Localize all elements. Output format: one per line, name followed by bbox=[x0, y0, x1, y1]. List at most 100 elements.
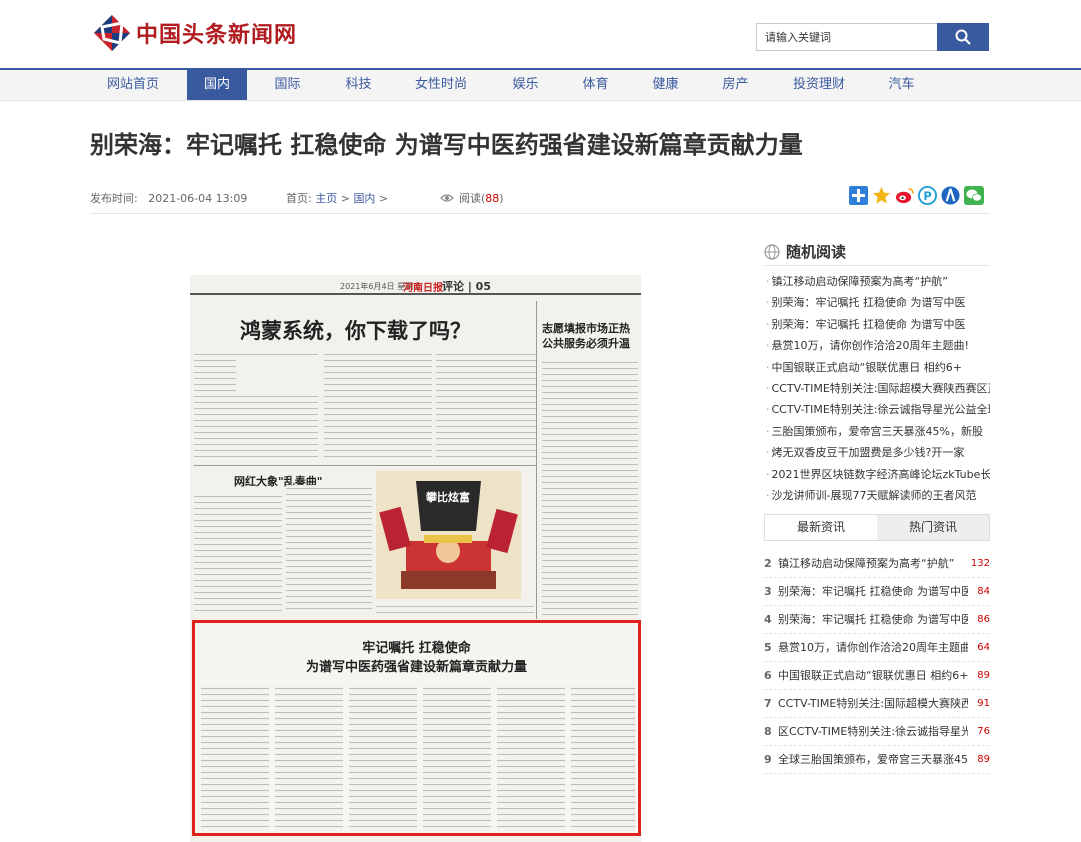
highlight-headline-2: 为谱写中医药强省建设新篇章贡献力量 bbox=[305, 660, 527, 675]
publish-info: 发布时间: 2021-06-04 13:09 bbox=[90, 190, 247, 206]
nav-entertainment[interactable]: 娱乐 bbox=[498, 70, 553, 100]
list-item-text: 三胎国策颁布，爱帝宫三天暴涨45%，新股 bbox=[771, 424, 983, 438]
search-input[interactable] bbox=[756, 23, 938, 51]
tab-latest[interactable]: 最新资讯 bbox=[765, 515, 877, 540]
latest-news-list: 2 镇江移动启动保障预案为高考“护航” 132 3 别荣海：牢记嘱托 扛稳使命 为谱写… bbox=[764, 550, 990, 774]
list-item[interactable]: 8 区CCTV-TIME特别关注:徐云诚指导星光公益 76 bbox=[764, 718, 990, 746]
nav-finance[interactable]: 投资理财 bbox=[781, 70, 857, 100]
text-block bbox=[436, 351, 536, 461]
newspaper-name: 河南日报 bbox=[403, 283, 443, 294]
hit-count: 89 bbox=[977, 754, 990, 765]
favorite-star-icon[interactable] bbox=[871, 185, 892, 206]
list-item[interactable]: 7 CCTV-TIME特别关注:国际超模大赛陕西赛 91 bbox=[764, 690, 990, 718]
list-item[interactable]: 5 悬赏10万，请你创作洽洽20周年主题曲! 64 bbox=[764, 634, 990, 662]
rank-number: 8 bbox=[764, 725, 772, 738]
list-item[interactable]: · 镇江移动启动保障预案为高考“护航” bbox=[766, 271, 990, 292]
share-plus-icon[interactable] bbox=[848, 185, 869, 206]
list-item[interactable]: 9 全球三胎国策颁布，爱帝宫三天暴涨45%，新股 89 bbox=[764, 746, 990, 774]
list-item[interactable]: · 沙龙讲师训-展现77天赋解读师的王者风范 bbox=[766, 485, 990, 506]
newspaper-headline-1: 鸿蒙系统，你下载了吗？ bbox=[240, 318, 471, 343]
search-bar bbox=[756, 23, 989, 51]
newspaper-image: 2021年6月4日 星期五 河南日报 评论 | 05 鸿蒙系统，你下载了吗？ 志… bbox=[190, 275, 641, 842]
rank-number: 9 bbox=[764, 753, 772, 766]
list-item[interactable]: 6 中国银联正式启动“银联优惠日 相约6+ 89 bbox=[764, 662, 990, 690]
site-logo[interactable]: 中国头条新闻网 bbox=[92, 12, 297, 54]
pull-quote bbox=[236, 359, 320, 395]
list-item[interactable]: 4 别荣海：牢记嘱托 扛稳使命 为谱写中医 86 bbox=[764, 606, 990, 634]
list-item[interactable]: · 别荣海：牢记嘱托 扛稳使命 为谱写中医 bbox=[766, 292, 990, 313]
caption-text bbox=[376, 603, 534, 617]
rank-number: 5 bbox=[764, 641, 772, 654]
search-button[interactable] bbox=[937, 23, 989, 51]
list-item[interactable]: · 2021世界区块链数字经济高峰论坛zkTube长沙 bbox=[766, 464, 990, 485]
hit-count: 84 bbox=[977, 586, 990, 597]
article-meta: 发布时间: 2021-06-04 13:09 首页: 主页 > 国内 > 阅读(… bbox=[90, 184, 990, 214]
breadcrumb-category[interactable]: 国内 bbox=[353, 192, 375, 205]
list-item-text: 全球三胎国策颁布，爱帝宫三天暴涨45%，新股 bbox=[778, 753, 968, 766]
list-item-text: 镇江移动启动保障预案为高考“护航” bbox=[778, 557, 955, 570]
list-item-text: 沙龙讲师训-展现77天赋解读师的王者风范 bbox=[771, 488, 977, 502]
rank-number: 7 bbox=[764, 697, 772, 710]
list-item-text: CCTV-TIME特别关注:国际超模大赛陕西赛 bbox=[778, 697, 968, 710]
list-item-text: 烤无双香皮豆干加盟费是多少钱?开一家 bbox=[771, 446, 965, 460]
list-item[interactable]: · 烤无双香皮豆干加盟费是多少钱?开一家 bbox=[766, 442, 990, 463]
breadcrumb-sep: > bbox=[340, 192, 350, 205]
logo-icon bbox=[94, 15, 130, 51]
svg-text:P: P bbox=[923, 189, 931, 203]
hit-count: 89 bbox=[977, 670, 990, 681]
nav-auto[interactable]: 汽车 bbox=[874, 70, 929, 100]
nav-domestic[interactable]: 国内 bbox=[187, 70, 247, 100]
list-item-text: 别荣海：牢记嘱托 扛稳使命 为谱写中医 bbox=[771, 296, 966, 310]
search-icon bbox=[955, 29, 971, 45]
breadcrumb-home[interactable]: 主页 bbox=[315, 192, 337, 205]
views-close: ) bbox=[499, 191, 504, 205]
hit-count: 64 bbox=[977, 642, 990, 653]
newspaper-section: 评论 | 05 bbox=[442, 280, 491, 293]
random-reading-list: · 镇江移动启动保障预案为高考“护航” · 别荣海：牢记嘱托 扛稳使命 为谱写中医 … bbox=[766, 271, 990, 506]
renren-icon[interactable] bbox=[940, 185, 961, 206]
newspaper-headline-3b: 公共服务必须升温 bbox=[542, 337, 630, 350]
nav-home[interactable]: 网站首页 bbox=[92, 70, 174, 100]
bullet: · bbox=[766, 317, 770, 331]
nav-sports[interactable]: 体育 bbox=[568, 70, 623, 100]
publish-label: 发布时间: bbox=[90, 192, 138, 205]
text-block bbox=[201, 685, 269, 831]
list-item[interactable]: · 三胎国策颁布，爱帝宫三天暴涨45%，新股 bbox=[766, 421, 990, 442]
nav-international[interactable]: 国际 bbox=[260, 70, 315, 100]
row-divider bbox=[194, 465, 536, 466]
random-reading-title: 随机阅读 bbox=[786, 243, 847, 261]
weibo-icon[interactable] bbox=[894, 185, 915, 206]
list-item[interactable]: 2 镇江移动启动保障预案为高考“护航” 132 bbox=[764, 550, 990, 578]
list-item[interactable]: · 中国银联正式启动“银联优惠日 相约6+ bbox=[766, 357, 990, 378]
list-item[interactable]: · CCTV-TIME特别关注:国际超模大赛陕西赛区正 bbox=[766, 378, 990, 399]
list-item[interactable]: 3 别荣海：牢记嘱托 扛稳使命 为谱写中医 84 bbox=[764, 578, 990, 606]
nav-fashion[interactable]: 女性时尚 bbox=[403, 70, 479, 100]
nav-realestate[interactable]: 房产 bbox=[708, 70, 763, 100]
news-tabs: 最新资讯 热门资讯 bbox=[764, 514, 990, 541]
list-item[interactable]: · 别荣海：牢记嘱托 扛稳使命 为谱写中医 bbox=[766, 314, 990, 335]
share-bar: P bbox=[848, 185, 984, 206]
breadcrumb: 首页: 主页 > 国内 > bbox=[286, 190, 388, 206]
tab-popular[interactable]: 热门资讯 bbox=[877, 515, 989, 540]
rank-number: 2 bbox=[764, 557, 772, 570]
hit-count: 76 bbox=[977, 726, 990, 737]
column-divider bbox=[536, 301, 537, 619]
text-block bbox=[571, 685, 635, 831]
cartoon-caption: 攀比炫富 bbox=[426, 491, 470, 504]
list-item-text: CCTV-TIME特别关注:国际超模大赛陕西赛区正 bbox=[771, 381, 991, 395]
wechat-icon[interactable] bbox=[963, 185, 984, 206]
rank-number: 3 bbox=[764, 585, 772, 598]
newspaper-headline-3: 志愿填报市场正热 bbox=[542, 322, 630, 335]
list-item[interactable]: · 悬赏10万，请你创作洽洽20周年主题曲! bbox=[766, 335, 990, 356]
list-item[interactable]: · CCTV-TIME特别关注:徐云诚指导星光公益全球 bbox=[766, 399, 990, 420]
list-item-text: 别荣海：牢记嘱托 扛稳使命 为谱写中医 bbox=[771, 317, 966, 331]
bullet: · bbox=[766, 403, 770, 417]
list-item-text: 区CCTV-TIME特别关注:徐云诚指导星光公益 bbox=[778, 725, 968, 738]
eye-icon bbox=[440, 194, 454, 202]
bullet: · bbox=[766, 467, 770, 481]
random-reading-header: 随机阅读 bbox=[764, 238, 990, 266]
nav-health[interactable]: 健康 bbox=[638, 70, 693, 100]
list-item-text: 中国银联正式启动“银联优惠日 相约6+ bbox=[771, 360, 962, 374]
qzone-icon[interactable]: P bbox=[917, 185, 938, 206]
nav-tech[interactable]: 科技 bbox=[331, 70, 386, 100]
